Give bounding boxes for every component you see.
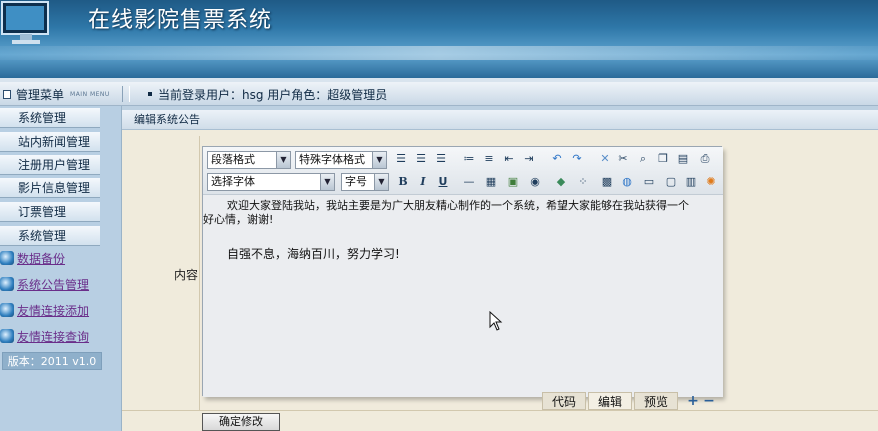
insert-form-icon[interactable]: ▭ — [641, 174, 657, 190]
indent-icon[interactable]: ⇥ — [521, 151, 537, 167]
sidebar-item-movies[interactable]: 影片信息管理 — [0, 178, 100, 198]
main-panel: 编辑系统公告 内容 段落格式 ▼ 特殊字体格式 ▼ ☰ ☰ ☰ ≔ ≡ ⇤ ⇥ … — [122, 106, 878, 431]
sub-item-link[interactable]: 数据备份 — [17, 250, 65, 267]
sidebar-item-system-manage[interactable]: 系统管理 — [0, 226, 100, 246]
sub-item-link-query[interactable]: 友情连接查询 — [0, 324, 122, 348]
divider — [122, 86, 130, 102]
special-format-select[interactable]: 特殊字体格式 ▼ — [295, 151, 387, 169]
user-info-text: 当前登录用户：hsg 用户角色：超级管理员 — [158, 87, 388, 102]
folder-icon — [0, 303, 14, 317]
tab-edit[interactable]: 编辑 — [588, 392, 632, 410]
submit-button[interactable]: 确定修改 — [202, 413, 280, 431]
underline-icon[interactable]: U — [435, 174, 451, 190]
align-right-icon[interactable]: ☰ — [433, 151, 449, 167]
sidebar-item-news[interactable]: 站内新闻管理 — [0, 132, 100, 152]
editor-toolbar: 段落格式 ▼ 特殊字体格式 ▼ ☰ ☰ ☰ ≔ ≡ ⇤ ⇥ ↶ ↷ ✕ ✂ ⌕ … — [203, 147, 723, 195]
horizontal-rule-icon[interactable]: — — [461, 174, 477, 190]
tab-code[interactable]: 代码 — [542, 392, 586, 410]
rich-text-editor[interactable]: 段落格式 ▼ 特殊字体格式 ▼ ☰ ☰ ☰ ≔ ≡ ⇤ ⇥ ↶ ↷ ✕ ✂ ⌕ … — [202, 146, 723, 397]
menu-title: 管理菜单 — [16, 87, 65, 102]
paste-icon[interactable]: ▤ — [675, 151, 691, 167]
sub-item-backup[interactable]: 数据备份 — [0, 246, 122, 270]
paragraph-1-line-1: 欢迎大家登陆我站，我站主要是为广大朋友精心制作的一个系统，希望大家能够在我站获得… — [227, 199, 689, 212]
font-size-select[interactable]: 字号 ▼ — [341, 173, 389, 191]
minus-icon[interactable]: − — [702, 394, 716, 408]
find-icon[interactable]: ⌕ — [635, 151, 651, 167]
sidebar: 系统管理 站内新闻管理 注册用户管理 影片信息管理 订票管理 系统管理 数据备份… — [0, 106, 122, 431]
tab-preview[interactable]: 预览 — [634, 392, 678, 410]
redo-icon[interactable]: ↷ — [569, 151, 585, 167]
menu-square-icon — [3, 89, 11, 99]
paragraph-2: 自强不息，海纳百川，努力学习! — [227, 247, 400, 261]
banner-streak — [0, 46, 878, 60]
content-label: 内容 — [174, 268, 199, 282]
version-label: 版本：2011 v1.0 — [2, 352, 102, 370]
paragraph-1: 欢迎大家登陆我站，我站主要是为广大朋友精心制作的一个系统，希望大家能够在我站获得… — [203, 199, 723, 227]
bold-icon[interactable]: B — [395, 174, 411, 190]
delete-icon[interactable]: ✕ — [597, 151, 613, 167]
outdent-icon[interactable]: ⇤ — [501, 151, 517, 167]
insert-picture-icon[interactable]: ▩ — [599, 174, 615, 190]
mouse-cursor-icon — [489, 311, 503, 331]
top-info-bar: 管理菜单 MAIN MENU 当前登录用户：hsg 用户角色：超级管理员 — [0, 82, 878, 106]
sidebar-item-users[interactable]: 注册用户管理 — [0, 155, 100, 175]
undo-icon[interactable]: ↶ — [549, 151, 565, 167]
numbered-list-icon[interactable]: ≡ — [481, 151, 497, 167]
sub-item-link[interactable]: 系统公告管理 — [17, 276, 89, 293]
user-info: 当前登录用户：hsg 用户角色：超级管理员 — [148, 82, 387, 106]
menu-title-en: MAIN MENU — [70, 90, 110, 98]
align-center-icon[interactable]: ☰ — [413, 151, 429, 167]
sub-item-link[interactable]: 友情连接添加 — [17, 302, 89, 319]
editor-content-area[interactable]: 欢迎大家登陆我站，我站主要是为广大朋友精心制作的一个系统，希望大家能够在我站获得… — [203, 195, 723, 397]
chevron-down-icon: ▼ — [320, 174, 334, 190]
app-title: 在线影院售票系统 — [88, 8, 273, 33]
chevron-down-icon: ▼ — [372, 152, 386, 168]
insert-table-icon[interactable]: ▦ — [483, 174, 499, 190]
calendar-icon[interactable]: ▥ — [683, 174, 699, 190]
divider — [122, 410, 878, 411]
folder-icon — [0, 251, 14, 265]
sub-item-link-add[interactable]: 友情连接添加 — [0, 298, 122, 322]
insert-flash-icon[interactable]: ◆ — [553, 174, 569, 190]
chevron-down-icon: ▼ — [374, 174, 388, 190]
insert-image-icon[interactable]: ▣ — [505, 174, 521, 190]
page-title: 编辑系统公告 — [122, 106, 878, 130]
insert-media-icon[interactable]: ◉ — [527, 174, 543, 190]
insert-link-icon[interactable]: ◍ — [619, 174, 635, 190]
sub-item-link[interactable]: 友情连接查询 — [17, 328, 89, 345]
emoticon-icon[interactable]: ✺ — [703, 174, 719, 190]
bullet-list-icon[interactable]: ≔ — [461, 151, 477, 167]
plus-icon[interactable]: + — [686, 394, 700, 408]
italic-icon[interactable]: I — [415, 174, 431, 190]
special-format-value: 特殊字体格式 — [299, 153, 365, 166]
header-banner: 在线影院售票系统 — [0, 0, 878, 78]
font-select[interactable]: 选择字体 ▼ — [207, 173, 335, 191]
print-icon[interactable]: ⎙ — [697, 151, 713, 167]
paragraph-format-select[interactable]: 段落格式 ▼ — [207, 151, 291, 169]
sidebar-item-system[interactable]: 系统管理 — [0, 108, 100, 128]
font-size-value: 字号 — [345, 175, 367, 188]
font-select-value: 选择字体 — [211, 175, 255, 188]
sidebar-item-tickets[interactable]: 订票管理 — [0, 202, 100, 222]
align-left-icon[interactable]: ☰ — [393, 151, 409, 167]
paragraph-1-line-2: 好心情，谢谢! — [203, 213, 274, 226]
special-char-icon[interactable]: ⁘ — [575, 174, 591, 190]
editor-mode-tabs: 代码 编辑 预览 + − — [542, 391, 716, 411]
bullet-icon — [148, 92, 152, 96]
menu-header: 管理菜单 MAIN MENU — [0, 82, 122, 106]
folder-icon — [0, 277, 14, 291]
paragraph-format-value: 段落格式 — [211, 153, 255, 166]
copy-icon[interactable]: ❐ — [655, 151, 671, 167]
insert-frame-icon[interactable]: ▢ — [663, 174, 679, 190]
monitor-icon — [1, 1, 49, 44]
chevron-down-icon: ▼ — [276, 152, 290, 168]
cut-icon[interactable]: ✂ — [615, 151, 631, 167]
sub-item-notice[interactable]: 系统公告管理 — [0, 272, 122, 296]
folder-icon — [0, 329, 14, 343]
